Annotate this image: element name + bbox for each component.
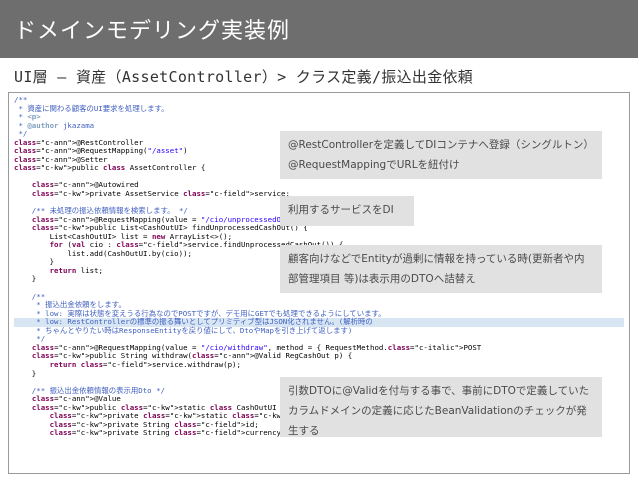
code-line: * 資産に関わる顧客のUI要求を処理します。 [14,103,169,113]
slide-title: ドメインモデリング実装例 [14,19,291,44]
callout-text-line: @RequestMappingでURLを紐付け [288,159,460,171]
callout-text-line: 生する [288,425,320,437]
callout-text-line: 利用するサービスをDI [288,204,394,216]
code-line: return class="c-field">service.withdraw(… [49,359,241,369]
code-line: * <p> [14,112,41,122]
callout-text-line: 顧客向けなどでEntityが過剰に情報を持っている時(更新者や内 [288,253,585,265]
callout-bean-validation: 引数DTOに@Validを付与する事で、事前にDTOで定義していた カラムドメイ… [280,377,602,437]
callout-service-di: 利用するサービスをDI [280,196,414,226]
callout-restcontroller: @RestControllerを定義してDIコンテナへ登録（シングルトン） @R… [280,131,602,179]
callout-text-line: @RestControllerを定義してDIコンテナへ登録（シングルトン） [288,139,594,151]
slide-subtitle: UI層 – 資産（AssetController）> クラス定義/振込出金依頼 [14,68,474,86]
title-bar: ドメインモデリング実装例 [0,0,638,58]
callout-dto-conversion: 顧客向けなどでEntityが過剰に情報を持っている時(更新者や内 部管理項目 等… [280,245,602,293]
callout-text-line: カラムドメインの定義に応じたBeanValidationのチェックが発 [288,405,587,417]
callout-text-line: 部管理項目 等)は表示用のDTOへ詰替え [288,273,476,285]
callout-text-line: 引数DTOに@Validを付与する事で、事前にDTOで定義していた [288,385,590,397]
code-line: * @author jkazama [14,120,95,130]
code-line: * ちゃんとやりたい時はResponseEntityを戻り値にして、DtoやMa… [14,325,353,335]
